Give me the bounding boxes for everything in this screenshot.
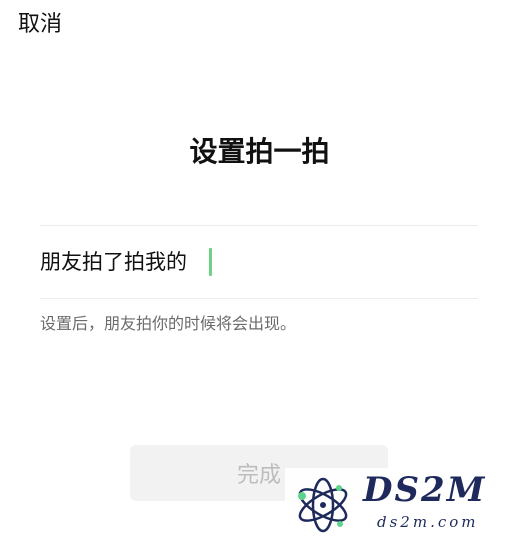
hint-text: 设置后，朋友拍你的时候将会出现。 <box>40 314 297 333</box>
text-caret <box>209 248 212 276</box>
divider-bottom <box>40 298 478 299</box>
pat-suffix-input[interactable] <box>187 244 478 280</box>
input-prefix-label: 朋友拍了拍我的 <box>40 250 187 274</box>
set-pat-page: 取消 设置拍一拍 朋友拍了拍我的 设置后，朋友拍你的时候将会出现。 完成 DS2… <box>0 0 519 541</box>
page-title: 设置拍一拍 <box>189 135 330 168</box>
watermark-domain: ds2m.com <box>377 513 479 531</box>
watermark: DS2M ds2m.com <box>285 468 519 541</box>
pat-suffix-row: 朋友拍了拍我的 <box>40 226 478 298</box>
atom-logo-icon <box>298 477 348 533</box>
cancel-button[interactable]: 取消 <box>18 10 62 40</box>
watermark-brand: DS2M <box>363 470 487 510</box>
